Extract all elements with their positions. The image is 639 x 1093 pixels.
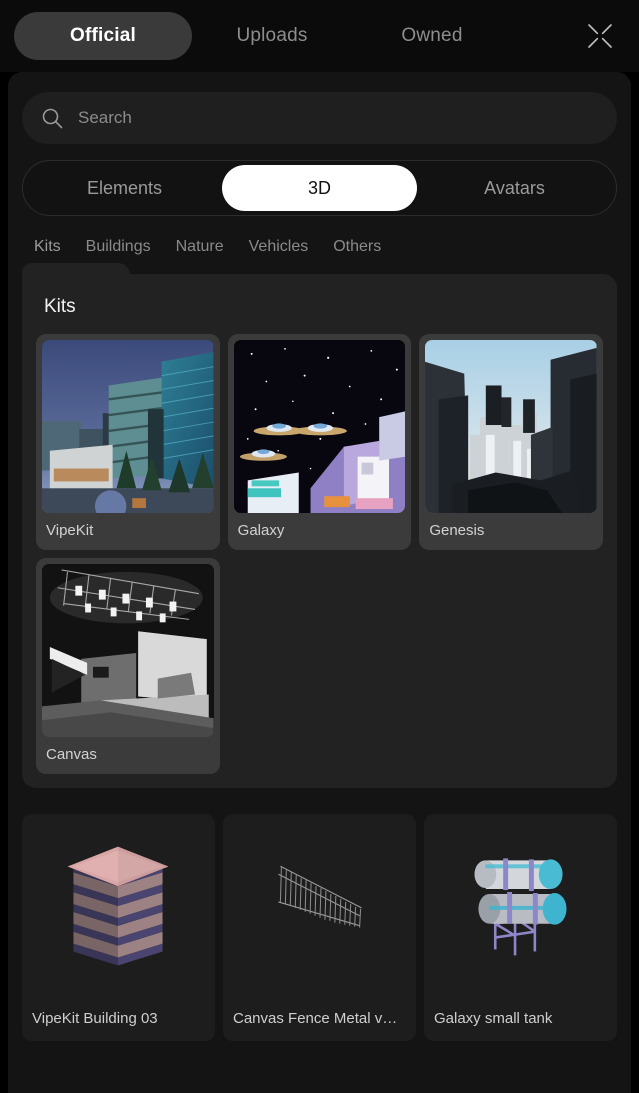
kits-group: Kits VipeKit Galaxy Genesis Canvas bbox=[22, 263, 617, 788]
kit-card-label: Canvas bbox=[46, 746, 97, 763]
top-tab-bar: Official Uploads Owned bbox=[0, 0, 639, 72]
kit-thumbnail-space-station-ufo bbox=[233, 340, 406, 513]
kit-card-vipekit[interactable]: VipeKit bbox=[36, 334, 220, 550]
kit-card-galaxy[interactable]: Galaxy bbox=[227, 334, 412, 550]
segment-3d[interactable]: 3D bbox=[222, 165, 417, 211]
tab-uploads[interactable]: Uploads bbox=[192, 12, 352, 60]
asset-thumbnail-layered-pink-building bbox=[22, 814, 215, 1010]
kits-grid: VipeKit Galaxy Genesis Canvas bbox=[36, 334, 603, 774]
kit-thumbnail-white-city-canyon bbox=[425, 340, 597, 513]
asset-card-label: Galaxy small tank bbox=[434, 1010, 553, 1027]
category-kits[interactable]: Kits bbox=[34, 238, 61, 256]
category-filter-row: Kits Buildings Nature Vehicles Others bbox=[22, 238, 617, 256]
asset-type-segmented-control: Elements 3D Avatars bbox=[22, 160, 617, 216]
asset-library-panel: Official Uploads Owned Search Elements 3… bbox=[0, 0, 639, 1093]
asset-card-vipekit-building-03[interactable]: VipeKit Building 03 bbox=[22, 814, 215, 1041]
asset-thumbnail-metal-fence-panel bbox=[223, 814, 416, 1010]
close-collapse-icon bbox=[585, 21, 615, 51]
category-others[interactable]: Others bbox=[333, 238, 381, 256]
asset-card-label: Canvas Fence Metal v… bbox=[233, 1010, 398, 1027]
segment-avatars[interactable]: Avatars bbox=[417, 165, 612, 211]
segment-elements[interactable]: Elements bbox=[27, 165, 222, 211]
asset-card-canvas-fence-metal[interactable]: Canvas Fence Metal v… bbox=[223, 814, 416, 1041]
kit-card-label: Genesis bbox=[429, 522, 485, 539]
category-buildings[interactable]: Buildings bbox=[86, 238, 151, 256]
kits-group-title: Kits bbox=[44, 296, 76, 317]
search-bar[interactable] bbox=[22, 92, 617, 144]
asset-card-label: VipeKit Building 03 bbox=[32, 1010, 158, 1027]
kit-card-label: VipeKit bbox=[46, 522, 94, 539]
category-vehicles[interactable]: Vehicles bbox=[249, 238, 309, 256]
search-input[interactable] bbox=[78, 108, 599, 128]
asset-card-galaxy-small-tank[interactable]: Galaxy small tank bbox=[424, 814, 617, 1041]
kit-thumbnail-city-skyscrapers-dusk bbox=[42, 340, 214, 513]
kit-thumbnail-greyscale-stage-lights bbox=[42, 564, 214, 737]
library-panel: Elements 3D Avatars Kits Buildings Natur… bbox=[8, 72, 631, 1093]
tab-owned[interactable]: Owned bbox=[352, 12, 512, 60]
search-icon bbox=[40, 106, 64, 130]
tab-official[interactable]: Official bbox=[14, 12, 192, 60]
asset-thumbnail-cyan-cylinder-tanks bbox=[424, 814, 617, 1010]
kit-card-label: Galaxy bbox=[237, 522, 285, 539]
kit-card-genesis[interactable]: Genesis bbox=[419, 334, 603, 550]
close-collapse-button[interactable] bbox=[581, 17, 619, 55]
asset-results-row: VipeKit Building 03 Canvas Fence Metal v… bbox=[22, 814, 617, 1041]
category-nature[interactable]: Nature bbox=[176, 238, 224, 256]
kit-card-canvas[interactable]: Canvas bbox=[36, 558, 220, 774]
